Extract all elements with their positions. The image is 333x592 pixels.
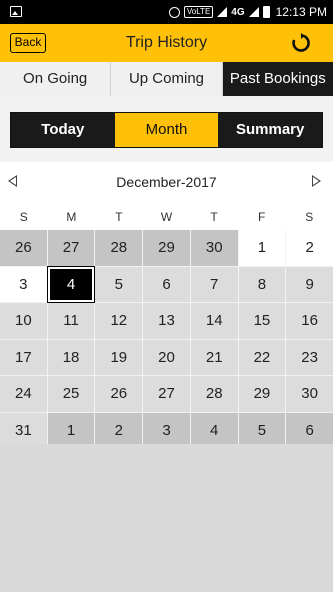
signal-icon bbox=[217, 7, 228, 17]
next-month-icon[interactable] bbox=[312, 175, 321, 187]
calendar-day[interactable]: 28 bbox=[190, 376, 238, 412]
calendar-day[interactable]: 8 bbox=[238, 266, 286, 302]
weekday-row: SMTWTFS bbox=[0, 206, 333, 228]
status-icons: VoLTE 4G 12:13 PM bbox=[168, 0, 327, 24]
signal-icon-2 bbox=[248, 7, 259, 17]
calendar: December-2017 SMTWTFS 26 27 28 29 30 1 2 3 4 5 6 7 8… bbox=[0, 162, 333, 448]
range-bar: Today Month Summary bbox=[0, 96, 333, 162]
calendar-day[interactable]: 7 bbox=[190, 266, 238, 302]
calendar-day[interactable]: 14 bbox=[190, 303, 238, 339]
calendar-day[interactable]: 17 bbox=[0, 339, 47, 375]
calendar-day[interactable]: 30 bbox=[286, 376, 333, 412]
back-button[interactable]: Back bbox=[10, 33, 46, 53]
calendar-day[interactable]: 4 bbox=[190, 412, 238, 448]
tab-up-coming[interactable]: Up Coming bbox=[111, 62, 223, 96]
range-selector: Today Month Summary bbox=[10, 112, 323, 148]
calendar-day[interactable]: 23 bbox=[286, 339, 333, 375]
calendar-day[interactable]: 24 bbox=[0, 376, 47, 412]
calendar-day[interactable]: 12 bbox=[95, 303, 143, 339]
calendar-day[interactable]: 5 bbox=[238, 412, 286, 448]
calendar-day[interactable]: 18 bbox=[47, 339, 95, 375]
calendar-day[interactable]: 22 bbox=[238, 339, 286, 375]
content-area bbox=[0, 444, 333, 592]
calendar-grid: 26 27 28 29 30 1 2 3 4 5 6 7 8 9 10 11 12 13 14 15 16 17 18 19 2… bbox=[0, 230, 333, 448]
app-bar: Trip History Back bbox=[0, 24, 333, 62]
refresh-icon[interactable] bbox=[291, 33, 311, 53]
weekday-label: F bbox=[258, 210, 266, 224]
calendar-day[interactable]: 10 bbox=[0, 303, 47, 339]
calendar-header: December-2017 bbox=[0, 162, 333, 202]
status-bar: VoLTE 4G 12:13 PM bbox=[0, 0, 333, 24]
calendar-day[interactable]: 29 bbox=[238, 376, 286, 412]
alarm-icon bbox=[168, 6, 180, 18]
tab-on-going[interactable]: On Going bbox=[0, 62, 112, 96]
calendar-day[interactable]: 25 bbox=[47, 376, 95, 412]
calendar-day[interactable]: 16 bbox=[286, 303, 333, 339]
volte-badge: VoLTE bbox=[183, 6, 214, 18]
weekday-label: T bbox=[210, 210, 218, 224]
calendar-day[interactable]: 6 bbox=[143, 266, 190, 302]
calendar-month-label: December-2017 bbox=[116, 174, 217, 190]
calendar-day[interactable]: 31 bbox=[0, 412, 47, 448]
weekday-label: T bbox=[115, 210, 123, 224]
calendar-day[interactable]: 20 bbox=[143, 339, 190, 375]
weekday-label: S bbox=[305, 210, 314, 224]
calendar-day[interactable]: 5 bbox=[95, 266, 143, 302]
status-time: 12:13 PM bbox=[275, 5, 327, 19]
weekday-label: W bbox=[160, 210, 173, 224]
today-button[interactable]: Today bbox=[11, 113, 115, 147]
calendar-day[interactable]: 13 bbox=[143, 303, 190, 339]
calendar-day[interactable]: 2 bbox=[286, 230, 333, 266]
month-button[interactable]: Month bbox=[114, 113, 219, 147]
calendar-day[interactable]: 11 bbox=[47, 303, 95, 339]
calendar-day[interactable]: 26 bbox=[0, 230, 47, 266]
weekday-label: M bbox=[66, 210, 77, 224]
calendar-day[interactable]: 15 bbox=[238, 303, 286, 339]
page-title: Trip History bbox=[125, 34, 208, 51]
calendar-day[interactable]: 21 bbox=[190, 339, 238, 375]
calendar-day[interactable]: 28 bbox=[95, 230, 143, 266]
calendar-day-selected[interactable]: 4 bbox=[47, 266, 95, 302]
calendar-day[interactable]: 3 bbox=[0, 266, 47, 302]
calendar-day[interactable]: 9 bbox=[286, 266, 333, 302]
calendar-day[interactable]: 1 bbox=[238, 230, 286, 266]
tab-past-bookings[interactable]: Past Bookings bbox=[222, 62, 333, 102]
weekday-label: S bbox=[19, 210, 28, 224]
calendar-day[interactable]: 6 bbox=[286, 412, 333, 448]
summary-button[interactable]: Summary bbox=[218, 113, 323, 147]
network-type: 4G bbox=[231, 6, 245, 18]
calendar-day[interactable]: 2 bbox=[95, 412, 143, 448]
booking-tabs: On Going Up Coming Past Bookings bbox=[0, 62, 333, 102]
calendar-day[interactable]: 3 bbox=[143, 412, 190, 448]
calendar-day[interactable]: 30 bbox=[190, 230, 238, 266]
calendar-day[interactable]: 1 bbox=[47, 412, 95, 448]
battery-icon bbox=[262, 6, 270, 18]
calendar-day[interactable]: 27 bbox=[143, 376, 190, 412]
calendar-day[interactable]: 27 bbox=[47, 230, 95, 266]
calendar-day[interactable]: 26 bbox=[95, 376, 143, 412]
calendar-day[interactable]: 19 bbox=[95, 339, 143, 375]
calendar-day[interactable]: 29 bbox=[143, 230, 190, 266]
image-notification-icon bbox=[10, 6, 22, 17]
